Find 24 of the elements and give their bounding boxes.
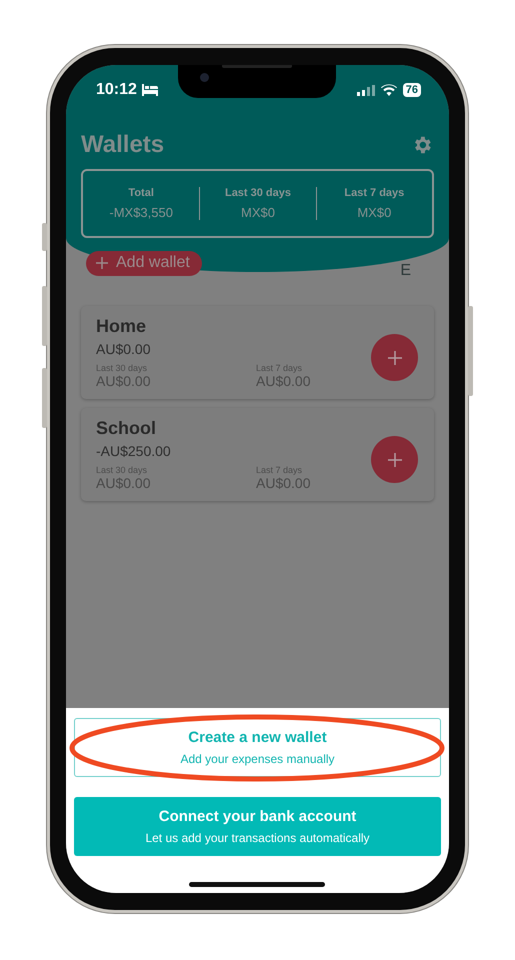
signal-icon [356,84,375,96]
battery-level: 76 [402,83,421,97]
stat-label: Total [128,187,154,199]
stat-value: MX$0 [357,205,392,220]
wifi-icon [380,84,397,96]
stat-label: Last 30 days [224,187,292,199]
plus-icon [388,350,402,364]
plus-icon [96,257,108,269]
stat-value: -MX$3,550 [109,205,173,220]
plus-icon [388,452,402,466]
add-transaction-button[interactable] [371,436,418,483]
add-transaction-button[interactable] [371,334,418,381]
wallet-balance: AU$0.00 [96,341,152,357]
wallet-balance: -AU$250.00 [96,443,172,459]
page-title: Wallets [81,131,164,159]
stat-value: MX$0 [241,205,275,220]
status-time: 10:12 [96,81,137,99]
wallet-name: Home [96,316,148,337]
wallet-name: School [96,418,158,439]
stat-label: Last 7 days [344,187,404,199]
add-wallet-button[interactable]: Add wallet [86,250,202,276]
edit-link[interactable]: E [400,262,411,280]
bed-icon [140,84,159,96]
option-button[interactable]: Connect your bank account Let us add your transactions automatically [74,797,441,856]
